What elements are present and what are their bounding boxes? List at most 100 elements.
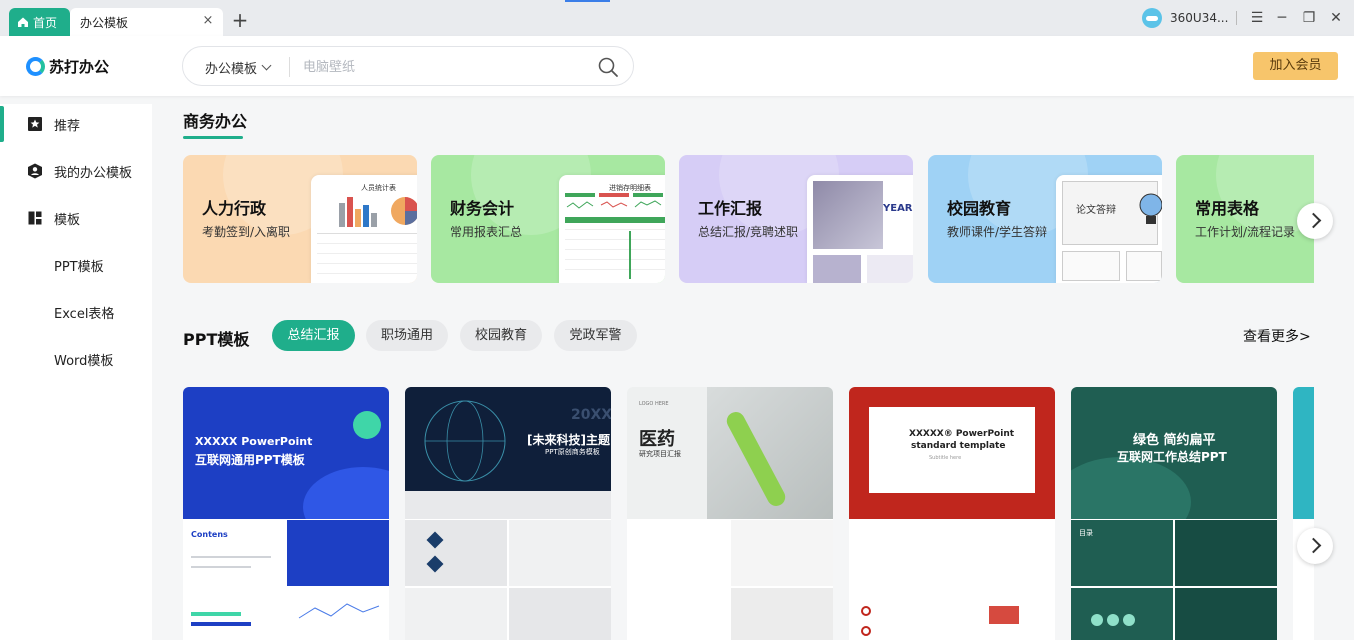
- new-tab-icon[interactable]: +: [230, 10, 250, 30]
- slide-diamond: [426, 555, 444, 573]
- category-next-button[interactable]: [1297, 203, 1333, 239]
- join-vip-button[interactable]: 加入会员: [1253, 52, 1338, 80]
- logo-icon: [26, 57, 45, 76]
- sidebar-item-label: PPT模板: [54, 259, 104, 275]
- lightbulb-icon: [1139, 193, 1162, 224]
- template-subtitle: 研究项目汇报: [639, 450, 681, 458]
- line-chart-thumbnail: [298, 603, 380, 619]
- template-logo-text: LOGO HERE: [639, 401, 669, 407]
- home-icon: [18, 17, 28, 27]
- view-more-link[interactable]: 查看更多>: [1243, 326, 1311, 346]
- search-icon[interactable]: [597, 56, 619, 78]
- template-slide: [731, 588, 833, 640]
- title-bar: 首页 办公模板 × + 360U34... ☰ ─ ❐ ✕: [0, 0, 1354, 36]
- slide-text-line: [191, 556, 271, 558]
- table-thumbnail: [565, 193, 665, 279]
- template-slide: [405, 588, 507, 640]
- category-card-subtitle: 总结汇报/竞聘述职: [698, 225, 799, 239]
- template-slide: [1175, 588, 1277, 640]
- sidebar-item-templates[interactable]: 模板: [0, 198, 152, 238]
- cover-decoration: [1071, 457, 1191, 519]
- star-icon: [28, 117, 42, 131]
- chip-party-government[interactable]: 党政军警: [554, 320, 637, 351]
- sidebar-item-label: 推荐: [54, 118, 81, 134]
- slide-diamond: [426, 531, 444, 549]
- template-next-button[interactable]: [1297, 528, 1333, 564]
- search-category-label: 办公模板: [205, 62, 258, 77]
- cover-decoration: [303, 467, 389, 519]
- thumbnail-caption: 进销存明细表: [609, 184, 651, 192]
- user-account[interactable]: 360U34...: [1142, 8, 1228, 28]
- search-category-dropdown[interactable]: 办公模板: [205, 58, 272, 77]
- search-input[interactable]: [303, 55, 583, 79]
- category-card-hr[interactable]: 人力行政 考勤签到/入离职 人员统计表: [183, 155, 417, 283]
- sidebar: 推荐 我的办公模板 模板 PPT模板 Excel表格 Word模板: [0, 104, 152, 640]
- sidebar-item-word[interactable]: Word模板: [0, 339, 152, 379]
- tab-office-templates-label: 办公模板: [80, 15, 129, 30]
- sidebar-item-recommend[interactable]: 推荐: [0, 104, 152, 144]
- slide-thumbnail: [813, 255, 861, 283]
- chevron-down-icon: [261, 60, 272, 71]
- template-subtitle: PPT原创商务模板: [545, 448, 600, 456]
- slide-circle: [1107, 614, 1119, 626]
- template-card[interactable]: 绿色 简约扁平 互联网工作总结PPT 目录: [1071, 387, 1277, 640]
- slide-thumbnail: [1126, 251, 1162, 281]
- sidebar-item-excel[interactable]: Excel表格: [0, 292, 152, 332]
- sidebar-item-label: Excel表格: [54, 306, 115, 322]
- sidebar-item-label: 我的办公模板: [54, 165, 133, 181]
- cover-decoration: [353, 411, 381, 439]
- template-slide: [1071, 588, 1173, 640]
- category-card-thumbnail: 论文答辩: [1056, 175, 1162, 283]
- template-slide: Contens: [183, 520, 285, 586]
- template-slide: [1175, 520, 1277, 586]
- template-title: XXXXX® PowerPoint: [909, 429, 1015, 439]
- ppt-section-title: PPT模板: [183, 330, 250, 349]
- sidebar-item-my-templates[interactable]: 我的办公模板: [0, 151, 152, 191]
- template-card[interactable]: [1293, 387, 1314, 640]
- chip-campus[interactable]: 校园教育: [460, 320, 542, 351]
- close-window-icon[interactable]: ✕: [1326, 8, 1346, 28]
- template-slide: [953, 588, 1055, 640]
- chip-summary-report[interactable]: 总结汇报: [272, 320, 355, 351]
- template-cover: 20XX [未来科技]主题 PPT原创商务模板: [405, 387, 611, 491]
- thumbnail-caption: 人员统计表: [361, 184, 396, 192]
- template-subtitle: 互联网通用PPT模板: [195, 453, 305, 467]
- titlebar-divider: [1236, 11, 1237, 25]
- template-slide: [183, 588, 285, 640]
- category-card-title: 常用表格: [1195, 199, 1260, 218]
- category-card-subtitle: 考勤签到/入离职: [202, 225, 291, 239]
- category-card-forms[interactable]: 常用表格 工作计划/流程记录: [1176, 155, 1314, 283]
- chip-workplace[interactable]: 职场通用: [366, 320, 448, 351]
- menu-icon[interactable]: ☰: [1247, 8, 1267, 28]
- template-slide: [627, 520, 729, 586]
- slide-circle: [1091, 614, 1103, 626]
- tab-home[interactable]: 首页: [9, 8, 70, 36]
- header: 苏打办公 办公模板 加入会员: [0, 36, 1354, 96]
- user-icon: [28, 163, 42, 179]
- tab-close-icon[interactable]: ×: [201, 14, 215, 28]
- tab-office-templates[interactable]: 办公模板 ×: [70, 8, 223, 36]
- slide-text-line: [191, 566, 251, 568]
- template-card[interactable]: LOGO HERE 医药 研究项目汇报: [627, 387, 833, 640]
- category-card-subtitle: 常用报表汇总: [450, 225, 523, 239]
- restore-icon[interactable]: ❐: [1299, 8, 1319, 28]
- category-card-thumbnail: YEAR-: [807, 175, 913, 283]
- template-title: [未来科技]主题: [527, 433, 610, 447]
- app-logo[interactable]: 苏打办公: [26, 56, 109, 77]
- template-card[interactable]: XXXXX PowerPoint 互联网通用PPT模板 Contens: [183, 387, 389, 640]
- template-card[interactable]: XXXXX® PowerPoint standard template Subt…: [849, 387, 1055, 640]
- category-card-report[interactable]: 工作汇报 总结汇报/竞聘述职 YEAR-: [679, 155, 913, 283]
- sidebar-item-ppt[interactable]: PPT模板: [0, 245, 152, 285]
- template-cover: XXXXX PowerPoint 互联网通用PPT模板: [183, 387, 389, 519]
- template-cover: [1293, 387, 1314, 519]
- category-card-finance[interactable]: 财务会计 常用报表汇总 进销存明细表: [431, 155, 665, 283]
- template-year: 20XX: [571, 407, 611, 423]
- template-card[interactable]: 20XX [未来科技]主题 PPT原创商务模板: [405, 387, 611, 640]
- template-cover: 绿色 简约扁平 互联网工作总结PPT: [1071, 387, 1277, 519]
- minimize-icon[interactable]: ─: [1272, 8, 1292, 28]
- template-slide: [287, 588, 389, 640]
- category-card-thumbnail: 进销存明细表: [559, 175, 665, 283]
- tab-home-label: 首页: [33, 15, 58, 30]
- category-card-education[interactable]: 校园教育 教师课件/学生答辩 论文答辩: [928, 155, 1162, 283]
- slide-bar: [191, 612, 241, 616]
